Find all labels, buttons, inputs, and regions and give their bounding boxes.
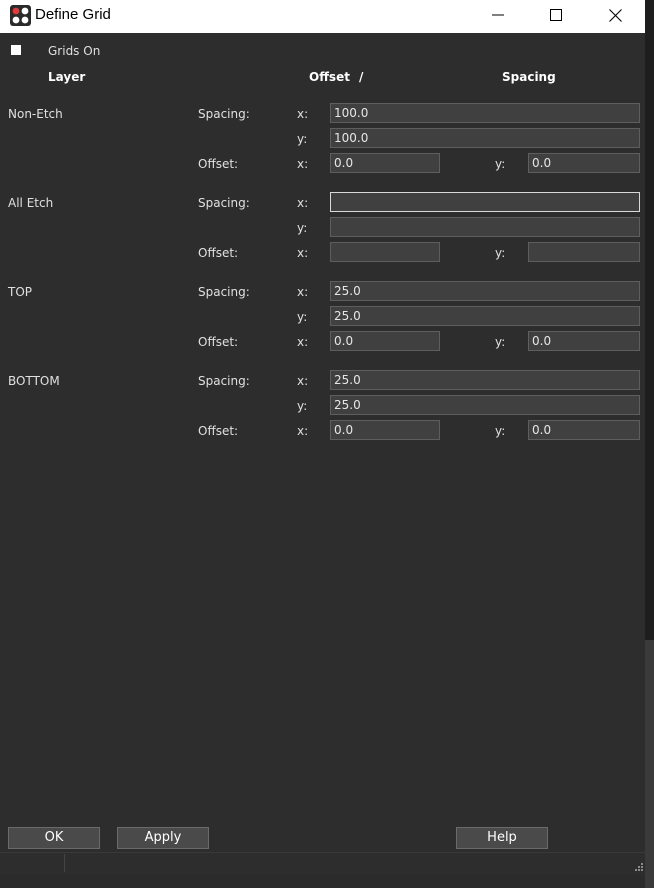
offset-label: Offset:: [198, 246, 239, 260]
spacing-label: Spacing:: [198, 374, 250, 388]
all-etch-spacing-y-input[interactable]: [330, 217, 640, 237]
resize-grip-icon[interactable]: [634, 862, 644, 872]
top-offset-x-input[interactable]: 0.0: [330, 331, 440, 351]
offset-label: Offset:: [198, 424, 239, 438]
layer-name-top: TOP: [8, 285, 33, 299]
all-etch-spacing-x-input[interactable]: [330, 192, 640, 212]
x-label: x:: [297, 424, 309, 438]
status-bar-divider: [64, 854, 65, 872]
spacing-label: Spacing:: [198, 285, 250, 299]
bottom-spacing-x-input[interactable]: 25.0: [330, 370, 640, 390]
bottom-offset-x-input[interactable]: 0.0: [330, 420, 440, 440]
bottom-offset-y-input[interactable]: 0.0: [528, 420, 640, 440]
non-etch-spacing-y-input[interactable]: 100.0: [330, 128, 640, 148]
non-etch-offset-x-input[interactable]: 0.0: [330, 153, 440, 173]
minimize-icon: [492, 14, 504, 16]
y-label: y:: [495, 246, 506, 260]
bottom-spacing-y-input[interactable]: 25.0: [330, 395, 640, 415]
y-label: y:: [495, 335, 506, 349]
x-label: x:: [297, 157, 309, 171]
x-label: x:: [297, 196, 309, 210]
close-button[interactable]: [586, 0, 644, 30]
maximize-icon: [550, 9, 562, 21]
background-strip-bottom: [0, 875, 645, 888]
maximize-button[interactable]: [527, 0, 585, 30]
status-bar: [0, 852, 645, 876]
x-label: x:: [297, 285, 309, 299]
spacing-header: Spacing: [502, 70, 556, 84]
offset-label: Offset:: [198, 157, 239, 171]
offset-header: Offset: [309, 70, 350, 84]
title-bar: Define Grid: [0, 0, 645, 33]
non-etch-offset-y-input[interactable]: 0.0: [528, 153, 640, 173]
x-label: x:: [297, 374, 309, 388]
x-label: x:: [297, 107, 309, 121]
offset-label: Offset:: [198, 335, 239, 349]
y-label: y:: [297, 221, 308, 235]
window-title: Define Grid: [35, 6, 111, 23]
y-label: y:: [297, 132, 308, 146]
y-label: y:: [297, 399, 308, 413]
minimize-button[interactable]: [469, 0, 527, 30]
top-offset-y-input[interactable]: 0.0: [528, 331, 640, 351]
layer-name-all-etch: All Etch: [8, 196, 54, 210]
x-label: x:: [297, 246, 309, 260]
top-spacing-y-input[interactable]: 25.0: [330, 306, 640, 326]
non-etch-spacing-x-input[interactable]: 100.0: [330, 103, 640, 123]
grid-app-icon: [10, 5, 31, 26]
y-label: y:: [495, 424, 506, 438]
define-grid-window: Define Grid Grids On Layer Offset / Spac…: [0, 0, 645, 875]
spacing-label: Spacing:: [198, 196, 250, 210]
grids-on-checkbox[interactable]: [11, 45, 21, 55]
header-separator: /: [359, 70, 364, 84]
spacing-label: Spacing:: [198, 107, 250, 121]
close-icon: [608, 8, 622, 22]
y-label: y:: [495, 157, 506, 171]
x-label: x:: [297, 335, 309, 349]
layer-name-bottom: BOTTOM: [8, 374, 60, 388]
all-etch-offset-y-input[interactable]: [528, 242, 640, 262]
layer-name-non-etch: Non-Etch: [8, 107, 63, 121]
all-etch-offset-x-input[interactable]: [330, 242, 440, 262]
ok-button[interactable]: OK: [8, 827, 100, 849]
grids-on-label: Grids On: [48, 44, 101, 58]
y-label: y:: [297, 310, 308, 324]
top-spacing-x-input[interactable]: 25.0: [330, 281, 640, 301]
background-strip: [645, 0, 654, 888]
layer-header: Layer: [48, 70, 86, 84]
apply-button[interactable]: Apply: [117, 827, 209, 849]
help-button[interactable]: Help: [456, 827, 548, 849]
